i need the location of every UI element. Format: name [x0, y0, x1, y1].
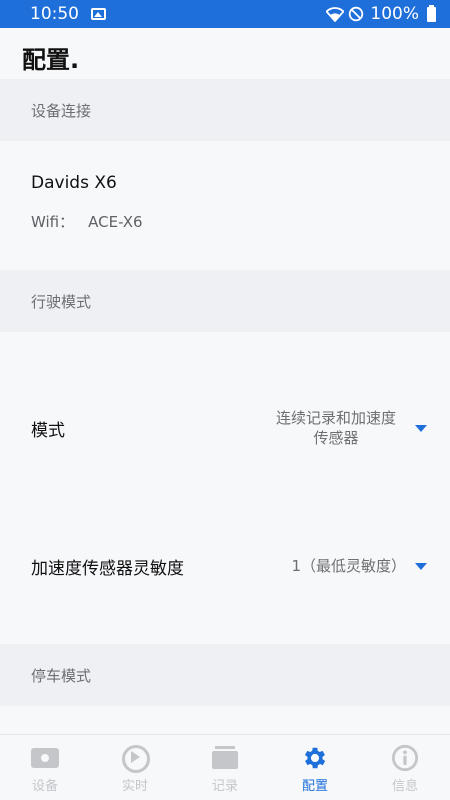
do-not-disturb-icon	[349, 6, 364, 22]
status-right: 100%	[326, 4, 436, 24]
bottom-nav: 设备 实时 记录 配置 信息	[0, 734, 450, 800]
status-time: 10:50	[30, 4, 79, 24]
info-icon	[390, 744, 420, 772]
mode-value-line2: 传感器	[313, 429, 359, 447]
page-title: 配置.	[22, 46, 80, 74]
parking-card	[0, 706, 450, 734]
mode-dropdown-caret-icon[interactable]	[415, 424, 427, 432]
nav-label-device: 设备	[31, 779, 58, 794]
wifi-icon	[326, 6, 345, 22]
nav-item-device[interactable]: 设备	[0, 735, 90, 800]
wifi-line: Wifi： ACE-X6	[31, 211, 143, 232]
status-bar: 10:50 100%	[0, 0, 450, 28]
nav-label-live: 实时	[121, 779, 148, 794]
battery-percent: 100%	[370, 4, 419, 24]
sensitivity-value[interactable]: 1（最低灵敏度）	[291, 556, 406, 576]
wifi-label: Wifi：	[31, 213, 75, 231]
nav-label-record: 记录	[211, 779, 238, 794]
mode-row[interactable]: 模式 连续记录和加速度 传感器	[0, 408, 450, 448]
device-card[interactable]: Davids X6 Wifi： ACE-X6	[0, 141, 450, 270]
sensitivity-label: 加速度传感器灵敏度	[31, 558, 184, 579]
wifi-value: ACE-X6	[88, 213, 143, 231]
mode-value-line1: 连续记录和加速度	[275, 409, 396, 427]
gear-icon	[300, 745, 330, 771]
section-header-parking: 停车模式	[0, 644, 450, 706]
folder-icon	[210, 745, 240, 771]
section-header-driving: 行驶模式	[0, 270, 450, 332]
mode-label: 模式	[31, 420, 65, 441]
image-icon	[91, 8, 106, 20]
device-name: Davids X6	[31, 173, 117, 193]
nav-item-config[interactable]: 配置	[270, 735, 360, 800]
nav-item-live[interactable]: 实时	[90, 735, 180, 800]
play-circle-icon	[120, 745, 150, 773]
sensitivity-row[interactable]: 加速度传感器灵敏度 1（最低灵敏度）	[0, 546, 450, 586]
mode-value[interactable]: 连续记录和加速度 传感器	[266, 408, 406, 448]
device-icon	[30, 745, 60, 771]
driving-card	[0, 332, 450, 644]
nav-label-info: 信息	[391, 779, 418, 794]
nav-label-config: 配置	[301, 779, 328, 794]
sensitivity-dropdown-caret-icon[interactable]	[415, 562, 427, 570]
battery-icon	[427, 4, 436, 22]
nav-item-info[interactable]: 信息	[360, 735, 450, 800]
nav-item-record[interactable]: 记录	[180, 735, 270, 800]
section-header-device: 设备连接	[0, 79, 450, 141]
